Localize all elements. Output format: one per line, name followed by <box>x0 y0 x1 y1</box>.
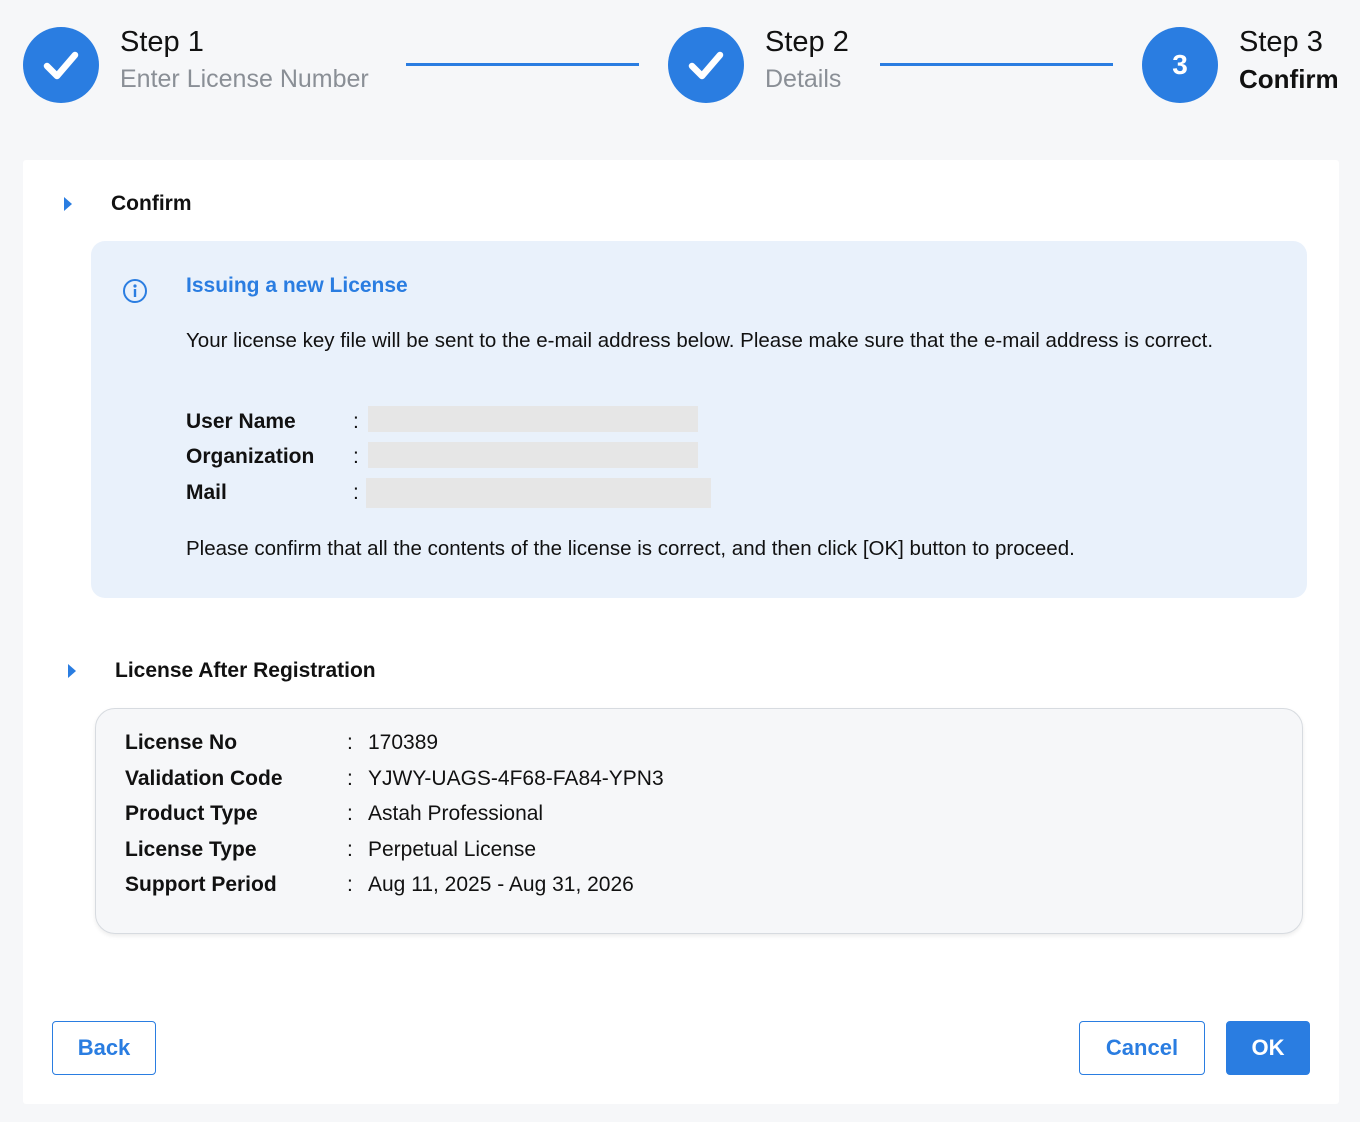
cancel-button[interactable]: Cancel <box>1079 1021 1205 1075</box>
license-type-label: License Type <box>125 838 257 861</box>
step-connector-1 <box>406 63 639 66</box>
step-1-check-icon <box>23 27 99 103</box>
license-no-colon: : <box>347 731 353 754</box>
info-icon <box>123 279 147 303</box>
field-label-user-name: User Name <box>186 410 296 433</box>
confirm-caret-icon[interactable] <box>64 197 72 211</box>
license-caret-icon[interactable] <box>68 664 76 678</box>
mail-redacted <box>366 478 711 508</box>
field-colon: : <box>353 410 359 433</box>
product-type-label: Product Type <box>125 802 258 825</box>
ok-button[interactable]: OK <box>1226 1021 1310 1075</box>
validation-code-value: YJWY-UAGS-4F68-FA84-YPN3 <box>368 767 664 790</box>
product-type-colon: : <box>347 802 353 825</box>
step-3-subtitle: Confirm <box>1239 64 1339 94</box>
step-3-number: 3 <box>1142 27 1218 103</box>
step-2-title: Step 2 <box>765 26 849 58</box>
field-label-mail: Mail <box>186 481 227 504</box>
license-no-value: 170389 <box>368 731 439 754</box>
step-2-check-icon <box>668 27 744 103</box>
info-title: Issuing a new License <box>186 274 408 297</box>
field-colon: : <box>353 481 359 504</box>
step-2-subtitle: Details <box>765 65 842 93</box>
field-colon: : <box>353 445 359 468</box>
step-connector-2 <box>880 63 1113 66</box>
field-label-organization: Organization <box>186 445 315 468</box>
confirm-section-title: Confirm <box>111 192 192 215</box>
info-confirm-text: Please confirm that all the contents of … <box>186 537 1075 560</box>
step-1-subtitle: Enter License Number <box>120 65 369 93</box>
support-period-label: Support Period <box>125 873 277 896</box>
support-period-colon: : <box>347 873 353 896</box>
support-period-value: Aug 11, 2025 - Aug 31, 2026 <box>368 873 634 896</box>
license-details-box: License No : 170389 Validation Code : YJ… <box>95 708 1303 934</box>
stepper: Step 1 Enter License Number Step 2 Detai… <box>0 0 1360 130</box>
license-section-title: License After Registration <box>115 659 376 682</box>
step-1-title: Step 1 <box>120 26 204 58</box>
info-description: Your license key file will be sent to th… <box>186 329 1214 352</box>
back-button[interactable]: Back <box>52 1021 156 1075</box>
step-3-title: Step 3 <box>1239 26 1323 58</box>
validation-code-colon: : <box>347 767 353 790</box>
license-no-label: License No <box>125 731 238 754</box>
product-type-value: Astah Professional <box>368 802 544 825</box>
main-card: Confirm Issuing a new License Your licen… <box>23 160 1339 1104</box>
validation-code-label: Validation Code <box>125 767 283 790</box>
info-box: Issuing a new License Your license key f… <box>91 241 1307 598</box>
license-type-colon: : <box>347 838 353 861</box>
user-name-redacted <box>368 406 698 432</box>
organization-redacted <box>368 442 698 468</box>
license-type-value: Perpetual License <box>368 838 537 861</box>
